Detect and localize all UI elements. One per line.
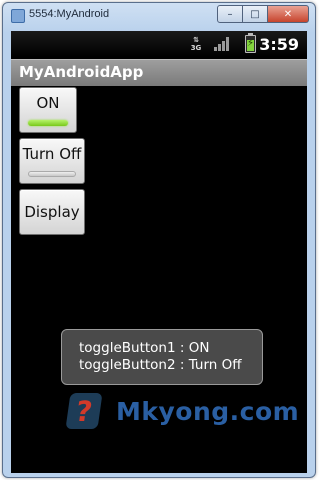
toggle-button-1[interactable]: ON: [19, 87, 77, 133]
app-icon: [11, 9, 25, 23]
status-clock: 3:59: [259, 35, 299, 54]
toggle-button-2-indicator: [28, 171, 76, 177]
minimize-button[interactable]: –: [217, 5, 243, 23]
maximize-button[interactable]: □: [242, 5, 268, 23]
watermark-text: Mkyong.com: [116, 397, 300, 426]
app-title: MyAndroidApp: [19, 63, 144, 81]
toggle-button-1-label: ON: [36, 94, 60, 112]
toast-line-2: toggleButton2 : Turn Off: [79, 357, 242, 373]
toggle-button-2-label: Turn Off: [22, 145, 82, 163]
app-title-bar: MyAndroidApp: [11, 59, 307, 86]
watermark-logo-icon: [65, 393, 103, 429]
network-3g-icon: ⇅ 3G: [189, 36, 203, 52]
toggle-button-1-indicator: [28, 120, 68, 126]
network-type-label: 3G: [190, 44, 202, 52]
window-titlebar[interactable]: 5554:MyAndroid – □ ✕: [3, 3, 315, 27]
toast-line-1: toggleButton1 : ON: [79, 340, 210, 356]
battery-charging-icon: ⚡: [245, 33, 256, 53]
status-bar: ⇅ 3G ⚡ 3:59: [11, 31, 307, 57]
toast-message: toggleButton1 : ON toggleButton2 : Turn …: [61, 329, 263, 385]
close-button[interactable]: ✕: [267, 5, 309, 23]
display-button[interactable]: Display: [19, 189, 85, 235]
network-activity-label: ⇅: [193, 36, 199, 44]
watermark: Mkyong.com: [60, 393, 299, 433]
window-title: 5554:MyAndroid: [29, 8, 110, 20]
toggle-button-2[interactable]: Turn Off: [19, 138, 85, 184]
display-button-label: Display: [24, 203, 80, 221]
window-controls: – □ ✕: [217, 5, 309, 23]
signal-strength-icon: [214, 37, 230, 51]
